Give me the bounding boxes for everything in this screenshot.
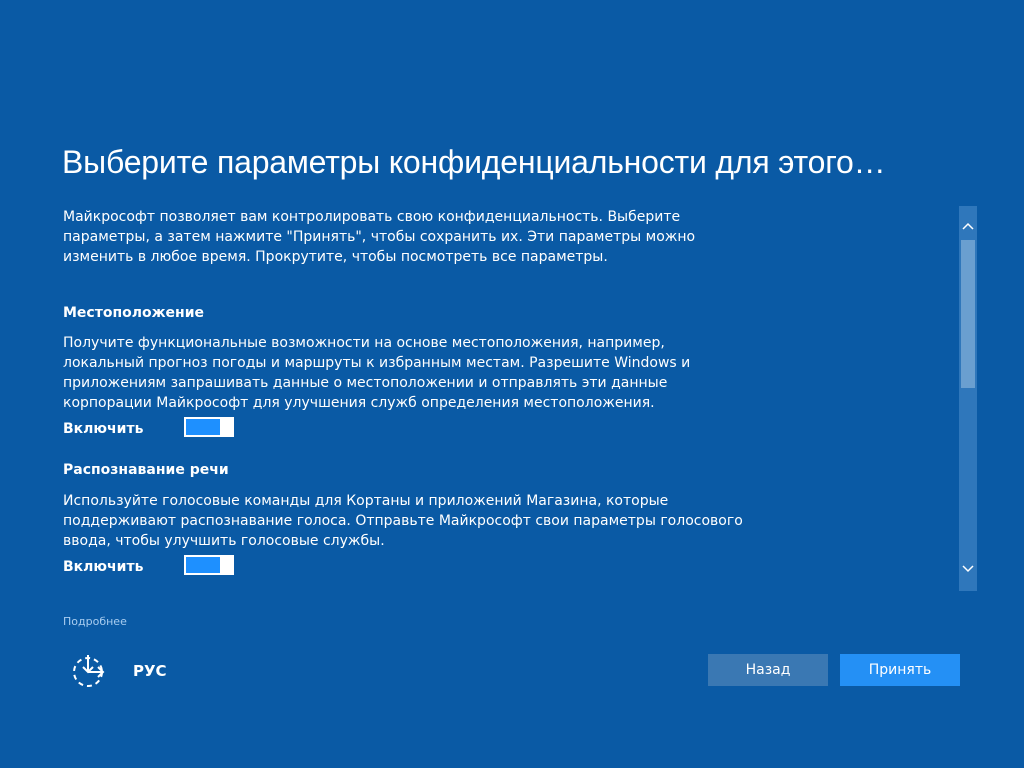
location-toggle-row: Включить	[63, 417, 263, 439]
accept-button[interactable]: Принять	[840, 654, 960, 686]
location-toggle-track	[186, 419, 220, 435]
location-toggle-label: Включить	[63, 421, 144, 437]
location-section-title: Местоположение	[63, 305, 205, 321]
privacy-settings-page: Выберите параметры конфиденциальности дл…	[0, 0, 1024, 768]
speech-section-text: Используйте голосовые команды для Кортан…	[63, 493, 743, 549]
settings-content: Майкрософт позволяет вам контролировать …	[63, 207, 743, 575]
location-section-text: Получите функциональные возможности на о…	[63, 335, 691, 411]
ease-of-access-icon[interactable]	[70, 653, 106, 689]
chevron-up-icon[interactable]	[959, 216, 977, 236]
language-indicator[interactable]: РУС	[133, 662, 167, 680]
speech-section-title: Распознавание речи	[63, 462, 229, 478]
speech-toggle-track	[186, 557, 220, 573]
learn-more-link[interactable]: Подробнее	[63, 615, 127, 628]
back-button[interactable]: Назад	[708, 654, 828, 686]
speech-toggle-label: Включить	[63, 559, 144, 575]
page-title: Выберите параметры конфиденциальности дл…	[62, 144, 886, 180]
scrollbar-thumb[interactable]	[961, 240, 975, 388]
chevron-down-icon[interactable]	[959, 559, 977, 579]
speech-toggle[interactable]	[184, 555, 234, 575]
vertical-scrollbar[interactable]	[959, 206, 977, 591]
intro-text: Майкрософт позволяет вам контролировать …	[63, 209, 696, 265]
speech-toggle-row: Включить	[63, 555, 263, 577]
location-toggle[interactable]	[184, 417, 234, 437]
